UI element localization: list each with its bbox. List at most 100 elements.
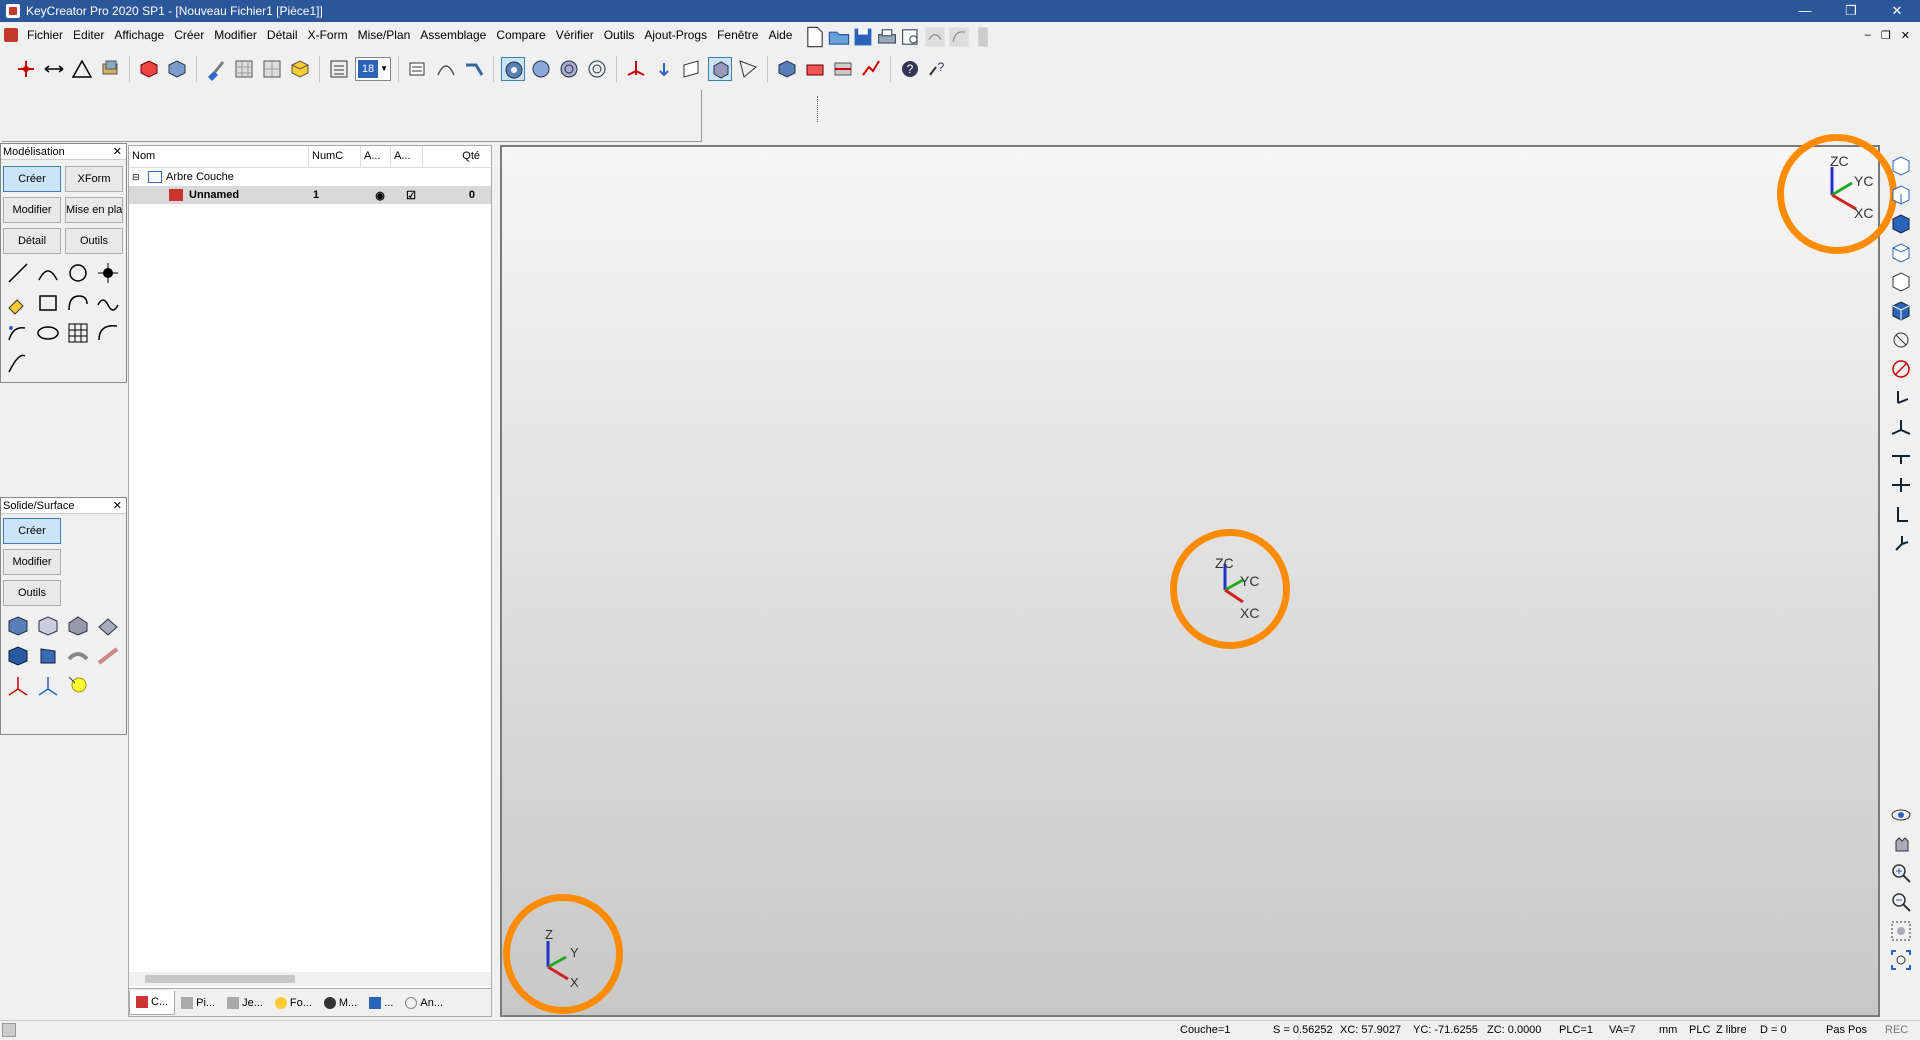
solid-dark-icon[interactable] (5, 643, 31, 669)
surface-icon[interactable] (35, 613, 61, 639)
status-paspos[interactable]: Pas Pos (1826, 1024, 1867, 1036)
offset-curve-icon[interactable] (5, 320, 31, 346)
active-radio[interactable]: ◉ (365, 189, 395, 202)
loft-icon[interactable] (95, 643, 121, 669)
section-icon[interactable] (831, 57, 855, 81)
open-folder-icon[interactable] (827, 25, 850, 45)
attribute-icon[interactable] (406, 57, 430, 81)
plane-tool-icon[interactable] (680, 57, 704, 81)
view-right-icon[interactable] (1888, 211, 1914, 237)
menu-outils[interactable]: Outils (599, 28, 640, 42)
view-top-icon[interactable] (1888, 182, 1914, 208)
analysis-icon[interactable] (859, 57, 883, 81)
print-preview-icon[interactable] (899, 25, 919, 45)
view-left-icon[interactable] (1888, 269, 1914, 295)
box-solid-icon[interactable] (5, 613, 31, 639)
arrow-down-icon[interactable] (652, 57, 676, 81)
solide-modifier-button[interactable]: Modifier (3, 549, 61, 575)
status-units[interactable]: mm (1659, 1024, 1677, 1036)
mdi-restore-button[interactable]: ❐ (1881, 29, 1891, 42)
triangle-icon[interactable] (70, 57, 94, 81)
horizontal-scrollbar[interactable] (129, 972, 491, 986)
view-back-icon[interactable] (1888, 240, 1914, 266)
tab-jeux[interactable]: Je... (221, 991, 269, 1015)
mise-en-plan-button[interactable]: Mise en plan (65, 197, 123, 223)
help-icon[interactable]: ? (898, 57, 922, 81)
mesh-icon[interactable] (65, 320, 91, 346)
dimension-icon[interactable] (42, 57, 66, 81)
box-view-icon[interactable] (775, 57, 799, 81)
fillet-icon[interactable] (95, 320, 121, 346)
zoom-out-icon[interactable] (1888, 889, 1914, 915)
menu-fichier[interactable]: Fichier (22, 28, 68, 42)
axis-view-4-icon[interactable] (1888, 472, 1914, 498)
tree-row-unnamed[interactable]: Unnamed 1 ◉ ☑ 0 (129, 186, 491, 204)
context-help-icon[interactable]: ? (926, 57, 950, 81)
render-wire-icon[interactable] (557, 57, 581, 81)
line-icon[interactable] (5, 260, 31, 286)
view-front-icon[interactable] (1888, 153, 1914, 179)
point-tool-icon[interactable] (14, 57, 38, 81)
solid-red-icon[interactable] (137, 57, 161, 81)
axis-view-3-icon[interactable] (1888, 443, 1914, 469)
view-no-render-icon[interactable] (1888, 356, 1914, 382)
menu-modifier[interactable]: Modifier (209, 28, 262, 42)
column-affiche[interactable]: A... (391, 146, 423, 167)
flag-tool-icon[interactable] (736, 57, 760, 81)
close-icon[interactable]: ✕ (113, 499, 122, 512)
assembly-red-icon[interactable] (803, 57, 827, 81)
arc-icon[interactable] (35, 260, 61, 286)
text-tool-icon[interactable] (5, 290, 31, 316)
menu-creer[interactable]: Créer (169, 28, 209, 42)
status-zlibre[interactable]: Z libre (1716, 1024, 1747, 1036)
solid-tilted-icon[interactable] (35, 643, 61, 669)
pipe-icon[interactable] (462, 57, 486, 81)
redo-icon[interactable] (947, 25, 970, 47)
layer-select-icon[interactable] (327, 57, 351, 81)
restore-button[interactable]: ❐ (1828, 0, 1874, 22)
brush-icon[interactable] (204, 57, 228, 81)
tab-materiaux[interactable]: M... (318, 991, 363, 1015)
axis-view-2-icon[interactable] (1888, 414, 1914, 440)
ellipse-icon[interactable] (35, 320, 61, 346)
point-icon[interactable] (95, 260, 121, 286)
mdi-close-button[interactable]: ✕ (1901, 29, 1910, 42)
solid-blue-icon[interactable] (165, 57, 189, 81)
menu-detail[interactable]: Détail (262, 28, 303, 42)
grid-layers-icon[interactable] (232, 57, 256, 81)
grid-layers2-icon[interactable] (260, 57, 284, 81)
rectangle-icon[interactable] (35, 290, 61, 316)
orbit-icon[interactable] (1888, 802, 1914, 828)
menu-mise-plan[interactable]: Mise/Plan (353, 28, 416, 42)
column-qte[interactable]: Qté (423, 146, 483, 167)
new-file-icon[interactable] (803, 25, 824, 48)
menu-editer[interactable]: Editer (68, 28, 109, 42)
tab-couches[interactable]: C... (129, 990, 176, 1015)
overflow-icon[interactable] (971, 25, 989, 47)
sketch-icon[interactable] (5, 350, 31, 376)
axis-red-icon[interactable] (5, 673, 31, 699)
zoom-fit-icon[interactable] (1888, 947, 1914, 973)
tree-root-row[interactable]: ⊟ Arbre Couche (129, 168, 491, 186)
circle-icon[interactable] (65, 260, 91, 286)
view-rotate-icon[interactable] (1888, 327, 1914, 353)
detail-button[interactable]: Détail (3, 228, 61, 254)
menu-xform[interactable]: X-Form (303, 28, 353, 42)
menu-assemblage[interactable]: Assemblage (415, 28, 491, 42)
zoom-window-icon[interactable] (1888, 918, 1914, 944)
menu-ajout-progs[interactable]: Ajout-Progs (639, 28, 712, 42)
color-cube-icon[interactable] (288, 57, 312, 81)
tab-pieces[interactable]: Pi... (175, 991, 221, 1015)
menu-fenetre[interactable]: Fenêtre (712, 28, 763, 42)
extrude-icon[interactable] (65, 613, 91, 639)
pan-icon[interactable] (1888, 831, 1914, 857)
axis-tool-icon[interactable] (624, 57, 648, 81)
creer-button[interactable]: Créer (3, 166, 61, 192)
solide-creer-button[interactable]: Créer (3, 518, 61, 544)
view-iso-icon[interactable] (1888, 298, 1914, 324)
render-hidden-icon[interactable] (529, 57, 553, 81)
status-rec[interactable]: REC (1885, 1024, 1908, 1036)
layer-dropdown[interactable]: 18 ▼ (355, 57, 391, 81)
column-active[interactable]: A... (361, 146, 391, 167)
axis-view-5-icon[interactable] (1888, 501, 1914, 527)
